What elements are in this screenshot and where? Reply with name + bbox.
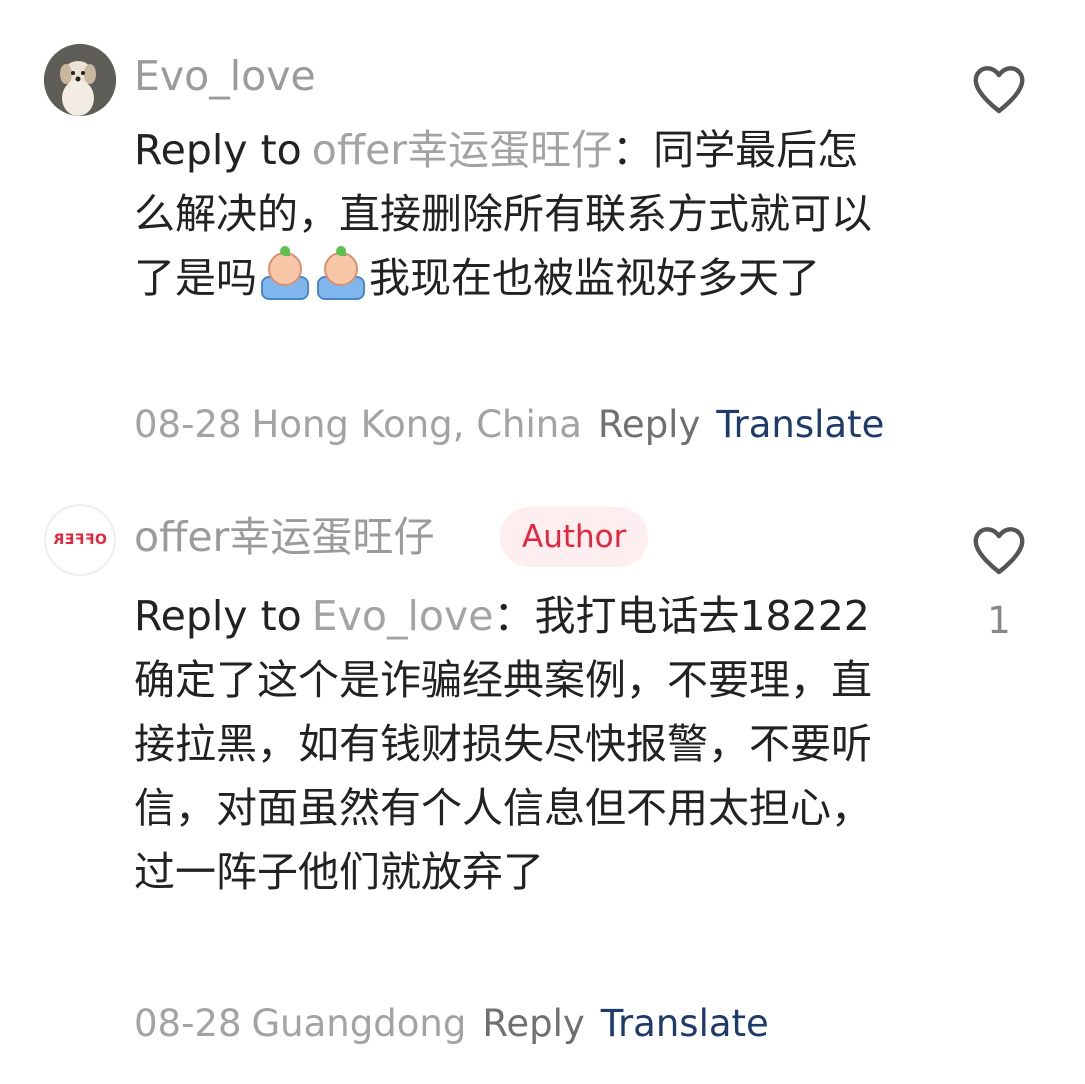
reply-target-username[interactable]: Evo_love [312, 592, 494, 640]
user-avatar[interactable]: OFFER [44, 504, 116, 576]
comment-location: Guangdong [251, 1002, 467, 1045]
author-badge: Author [500, 507, 649, 567]
translate-button[interactable]: Translate [601, 1002, 769, 1045]
reply-button[interactable]: Reply [482, 1002, 584, 1045]
reply-separator: ： [493, 592, 535, 640]
comment-item: OFFER offer幸运蛋旺仔 Author Reply to Evo_love… [0, 0, 1085, 1084]
comment-meta: 08-28 Guangdong Reply Translate [134, 1005, 769, 1042]
username[interactable]: offer幸运蛋旺仔 [134, 517, 434, 558]
reply-prefix: Reply to [134, 592, 302, 640]
offer-logo-icon: OFFER [53, 532, 107, 548]
heart-outline-icon[interactable] [968, 519, 1030, 581]
comment-text: Reply to Evo_love：我打电话去18222确定了这个是诈骗经典案例，… [134, 584, 894, 904]
like-count: 1 [987, 599, 1011, 642]
comment-date: 08-28 [134, 1002, 242, 1045]
